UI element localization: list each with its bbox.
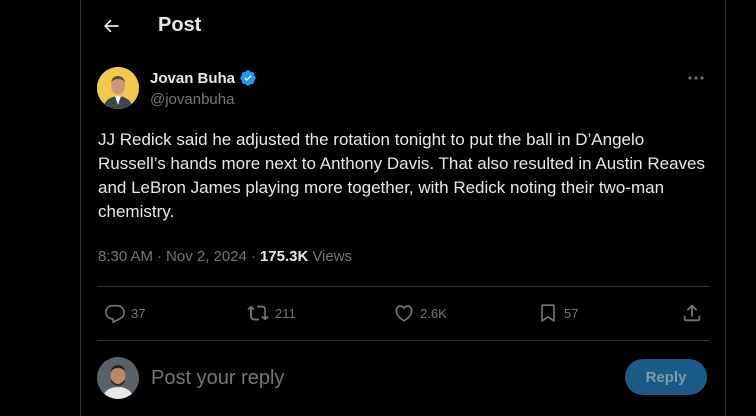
bookmark-action[interactable]: 57 [537, 297, 578, 329]
action-bar: 37 211 2.6K 57 [97, 297, 709, 329]
more-dots-icon [688, 76, 704, 80]
meta-separator: · [157, 248, 163, 265]
author-avatar[interactable] [97, 67, 139, 109]
meta-separator: · [250, 248, 256, 265]
heart-icon [395, 305, 413, 322]
repost-action[interactable]: 211 [246, 297, 296, 329]
post-date[interactable]: Nov 2, 2024 [166, 248, 247, 265]
post-column: Post Jovan Buha @jovanbuha JJ Redick sai… [80, 0, 726, 416]
author-handle[interactable]: @jovanbuha [150, 91, 234, 108]
divider [97, 286, 709, 287]
bookmark-count: 57 [564, 305, 579, 321]
reply-action[interactable]: 37 [104, 297, 145, 329]
reply-input[interactable] [151, 362, 571, 394]
repost-icon [247, 305, 269, 321]
reply-count: 37 [131, 305, 146, 321]
arrow-left-icon [104, 19, 119, 33]
views-count: 175.3K [259, 248, 309, 265]
verified-badge-icon [240, 70, 256, 86]
post-text: JJ Redick said he adjusted the rotation … [98, 130, 705, 221]
like-action[interactable]: 2.6K [393, 297, 447, 329]
like-count: 2.6K [420, 305, 447, 321]
user-avatar-image [97, 357, 139, 399]
author-name[interactable]: Jovan Buha [150, 70, 235, 87]
repost-count: 211 [275, 305, 296, 321]
avatar-image [97, 67, 139, 109]
more-options-button[interactable] [685, 68, 707, 88]
share-action[interactable] [681, 297, 703, 329]
bookmark-icon [541, 304, 555, 322]
back-button[interactable] [97, 12, 125, 40]
author-name-row[interactable]: Jovan Buha [150, 69, 257, 87]
reply-bubble-icon [105, 304, 125, 323]
header: Post [81, 0, 725, 53]
user-avatar[interactable] [97, 357, 139, 399]
post-time[interactable]: 8:30 AM [98, 248, 153, 265]
share-icon [683, 304, 701, 322]
views-label: Views [312, 248, 353, 265]
reply-button[interactable]: Reply [625, 359, 707, 395]
divider [97, 340, 709, 341]
post-meta: 8:30 AM · Nov 2, 2024 · 175.3K Views [98, 248, 352, 265]
page-title: Post [158, 14, 202, 36]
